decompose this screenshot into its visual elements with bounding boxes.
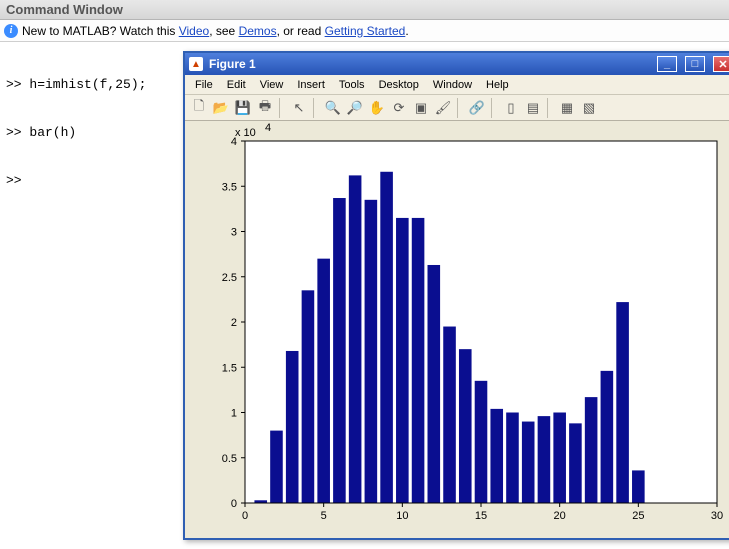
- pointer-icon[interactable]: ↖: [289, 98, 309, 118]
- link-getting-started[interactable]: Getting Started: [325, 24, 406, 38]
- menu-insert[interactable]: Insert: [291, 77, 331, 93]
- minimize-button[interactable]: _: [657, 56, 677, 72]
- colorbar-icon[interactable]: ▯: [501, 98, 521, 118]
- menu-tools[interactable]: Tools: [333, 77, 371, 93]
- menu-window[interactable]: Window: [427, 77, 478, 93]
- svg-text:0: 0: [242, 510, 248, 522]
- info-icon: i: [4, 24, 18, 38]
- link-icon[interactable]: 🔗: [467, 98, 487, 118]
- svg-text:3: 3: [231, 227, 237, 239]
- svg-text:1: 1: [231, 408, 237, 420]
- menu-view[interactable]: View: [254, 77, 290, 93]
- new-icon[interactable]: 🗋: [189, 98, 209, 118]
- svg-text:30: 30: [711, 510, 723, 522]
- toolbar-separator: [313, 98, 319, 118]
- matlab-icon: ▲: [189, 57, 203, 71]
- toolbar-separator: [279, 98, 285, 118]
- info-bar: i New to MATLAB? Watch this Video, see D…: [0, 20, 729, 42]
- info-suffix: .: [405, 24, 408, 38]
- datatip-icon[interactable]: ▣: [411, 98, 431, 118]
- info-text: New to MATLAB? Watch this Video, see Dem…: [22, 24, 409, 38]
- save-icon[interactable]: 💾: [233, 98, 253, 118]
- hide-icon[interactable]: ▦: [557, 98, 577, 118]
- figure-titlebar[interactable]: ▲ Figure 1 _ □ ✕: [185, 53, 729, 75]
- maximize-button[interactable]: □: [685, 56, 705, 72]
- info-mid1: , see: [209, 24, 238, 38]
- close-button[interactable]: ✕: [713, 56, 729, 72]
- command-window-title: Command Window: [0, 0, 729, 20]
- toolbar-separator: [547, 98, 553, 118]
- svg-text:3.5: 3.5: [222, 181, 237, 193]
- zoomout-icon[interactable]: 🔎: [345, 98, 365, 118]
- open-icon[interactable]: 📂: [211, 98, 231, 118]
- svg-text:5: 5: [321, 510, 327, 522]
- info-mid2: , or read: [277, 24, 325, 38]
- pan-icon[interactable]: ✋: [367, 98, 387, 118]
- toolbar-separator: [491, 98, 497, 118]
- figure-menubar: File Edit View Insert Tools Desktop Wind…: [185, 75, 729, 95]
- brush-icon[interactable]: 🖌: [433, 98, 453, 118]
- svg-text:2.5: 2.5: [222, 272, 237, 284]
- command-window-title-text: Command Window: [6, 2, 123, 17]
- figure-toolbar: 🗋 📂 💾 🖶 ↖ 🔍 🔎 ✋ ⟳ ▣ 🖌 🔗 ▯ ▤ ▦ ▧: [185, 95, 729, 121]
- svg-text:4: 4: [265, 122, 271, 134]
- figure-window[interactable]: ▲ Figure 1 _ □ ✕ File Edit View Insert T…: [183, 51, 729, 540]
- menu-help[interactable]: Help: [480, 77, 515, 93]
- svg-text:20: 20: [554, 510, 566, 522]
- info-prefix: New to MATLAB? Watch this: [22, 24, 179, 38]
- svg-text:x 10: x 10: [235, 127, 256, 139]
- svg-text:1.5: 1.5: [222, 362, 237, 374]
- menu-file[interactable]: File: [189, 77, 219, 93]
- svg-text:0.5: 0.5: [222, 453, 237, 465]
- svg-text:15: 15: [475, 510, 487, 522]
- menu-desktop[interactable]: Desktop: [373, 77, 425, 93]
- chart: 05101520253000.511.522.533.54x 104: [185, 121, 729, 538]
- figure-title-text: Figure 1: [209, 57, 256, 71]
- show-icon[interactable]: ▧: [579, 98, 599, 118]
- zoomin-icon[interactable]: 🔍: [323, 98, 343, 118]
- legend-icon[interactable]: ▤: [523, 98, 543, 118]
- svg-text:0: 0: [231, 498, 237, 510]
- figure-canvas[interactable]: 05101520253000.511.522.533.54x 104: [185, 121, 729, 538]
- toolbar-separator: [457, 98, 463, 118]
- svg-text:10: 10: [396, 510, 408, 522]
- svg-text:25: 25: [632, 510, 644, 522]
- menu-edit[interactable]: Edit: [221, 77, 252, 93]
- svg-text:2: 2: [231, 317, 237, 329]
- print-icon[interactable]: 🖶: [255, 98, 275, 118]
- link-video[interactable]: Video: [179, 24, 209, 38]
- rotate-icon[interactable]: ⟳: [389, 98, 409, 118]
- link-demos[interactable]: Demos: [239, 24, 277, 38]
